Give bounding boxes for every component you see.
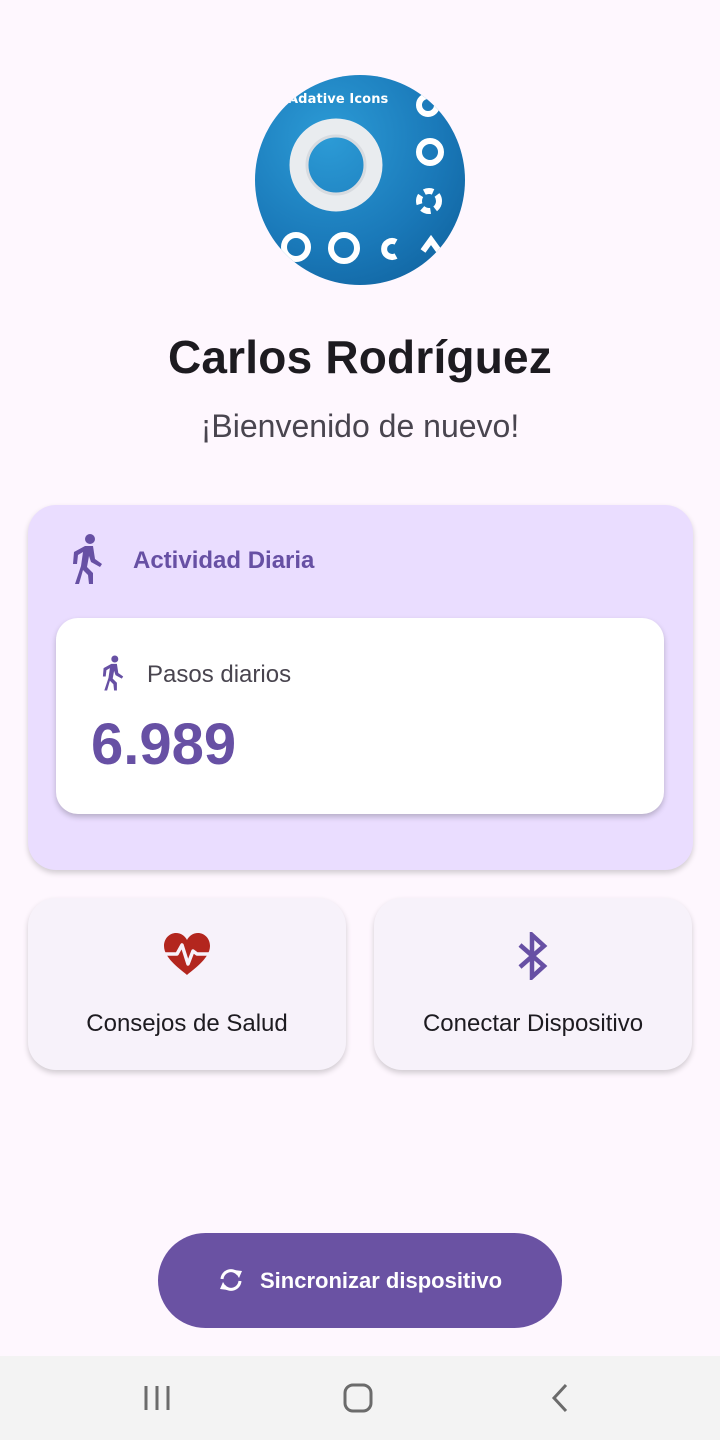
sync-icon bbox=[220, 1269, 242, 1291]
steps-label: Pasos diarios bbox=[147, 661, 292, 688]
heart-pulse-icon bbox=[163, 933, 211, 975]
walking-person-icon bbox=[102, 655, 124, 691]
system-navigation-bar bbox=[0, 1356, 720, 1440]
connect-device-card[interactable]: Conectar Dispositivo bbox=[374, 898, 692, 1070]
bluetooth-icon bbox=[518, 932, 548, 980]
user-name: Carlos Rodríguez bbox=[167, 331, 553, 383]
sync-device-button[interactable]: Sincronizar dispositivo bbox=[158, 1233, 562, 1328]
recent-apps-icon[interactable] bbox=[137, 1381, 177, 1415]
daily-activity-card: Actividad Diaria Pasos diarios 6.989 bbox=[28, 505, 693, 870]
activity-title: Actividad Diaria bbox=[133, 547, 315, 574]
walking-person-icon bbox=[73, 534, 102, 584]
back-icon[interactable] bbox=[540, 1381, 580, 1415]
health-tips-card[interactable]: Consejos de Salud bbox=[28, 898, 346, 1070]
welcome-message: ¡Bienvenido de nuevo! bbox=[200, 408, 520, 444]
daily-steps-card[interactable]: Pasos diarios 6.989 bbox=[56, 618, 664, 814]
avatar-caption: Adative Icons bbox=[288, 92, 389, 107]
profile-avatar[interactable]: Adative Icons bbox=[255, 75, 465, 285]
sync-device-label: Sincronizar dispositivo bbox=[260, 1268, 503, 1293]
steps-value: 6.989 bbox=[91, 712, 237, 777]
home-icon[interactable] bbox=[338, 1381, 378, 1415]
health-tips-label: Consejos de Salud bbox=[86, 1010, 288, 1037]
connect-device-label: Conectar Dispositivo bbox=[422, 1010, 644, 1037]
